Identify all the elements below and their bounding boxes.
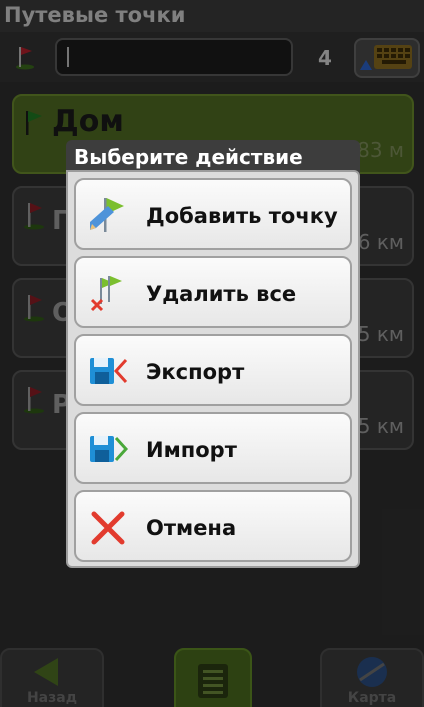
cancel-icon — [91, 511, 125, 545]
cancel-button[interactable]: Отмена — [74, 490, 352, 562]
add-point-button[interactable]: Добавить точку — [74, 178, 352, 250]
action-dialog: Выберите действие Добавить точку Удалить… — [66, 140, 360, 568]
dialog-title: Выберите действие — [66, 140, 360, 174]
delete-all-icon — [90, 276, 122, 312]
add-point-label: Добавить точку — [146, 204, 338, 228]
add-point-icon — [90, 198, 124, 232]
delete-all-label: Удалить все — [146, 282, 297, 306]
export-icon — [90, 358, 128, 384]
import-button[interactable]: Импорт — [74, 412, 352, 484]
export-label: Экспорт — [146, 360, 245, 384]
import-label: Импорт — [146, 438, 237, 462]
delete-all-button[interactable]: Удалить все — [74, 256, 352, 328]
cancel-label: Отмена — [146, 516, 237, 540]
import-icon — [90, 436, 129, 462]
export-button[interactable]: Экспорт — [74, 334, 352, 406]
dialog-body: Добавить точку Удалить все Экспорт Импор… — [66, 170, 360, 568]
